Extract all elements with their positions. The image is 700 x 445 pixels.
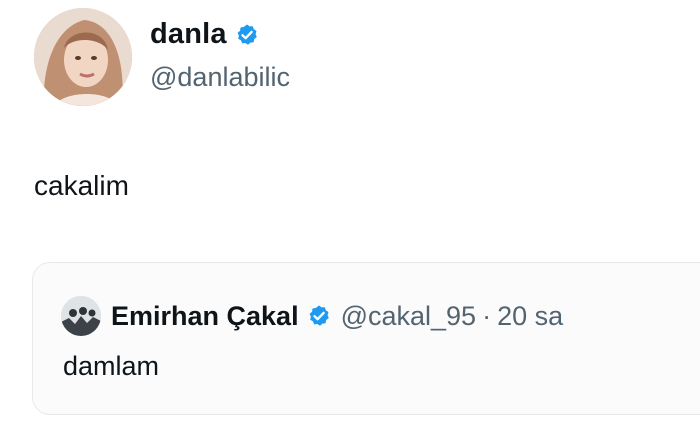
quoted-author-display-name[interactable]: Emirhan Çakal: [111, 301, 299, 332]
tweet: danla @danlabilic cakalim Emirhan Çakal: [0, 0, 700, 445]
author-display-name[interactable]: danla: [150, 18, 227, 51]
author-name-row: danla: [150, 18, 259, 51]
quoted-tweet-text: damlam: [63, 351, 160, 381]
separator-dot: ·: [482, 300, 492, 331]
verified-badge-icon: [307, 304, 331, 328]
quoted-author-avatar[interactable]: [61, 296, 101, 336]
tweet-text: cakalim: [34, 170, 129, 201]
author-handle[interactable]: @danlabilic: [150, 62, 290, 93]
verified-badge-icon: [235, 23, 259, 47]
author-avatar[interactable]: [34, 8, 132, 106]
quoted-author-handle[interactable]: @cakal_95: [341, 301, 477, 332]
quoted-tweet-time[interactable]: 20 sa: [497, 301, 563, 332]
quoted-tweet-card[interactable]: Emirhan Çakal @cakal_95 · 20 sa damlam: [32, 262, 700, 415]
quoted-tweet-header: Emirhan Çakal @cakal_95 · 20 sa: [61, 296, 563, 336]
